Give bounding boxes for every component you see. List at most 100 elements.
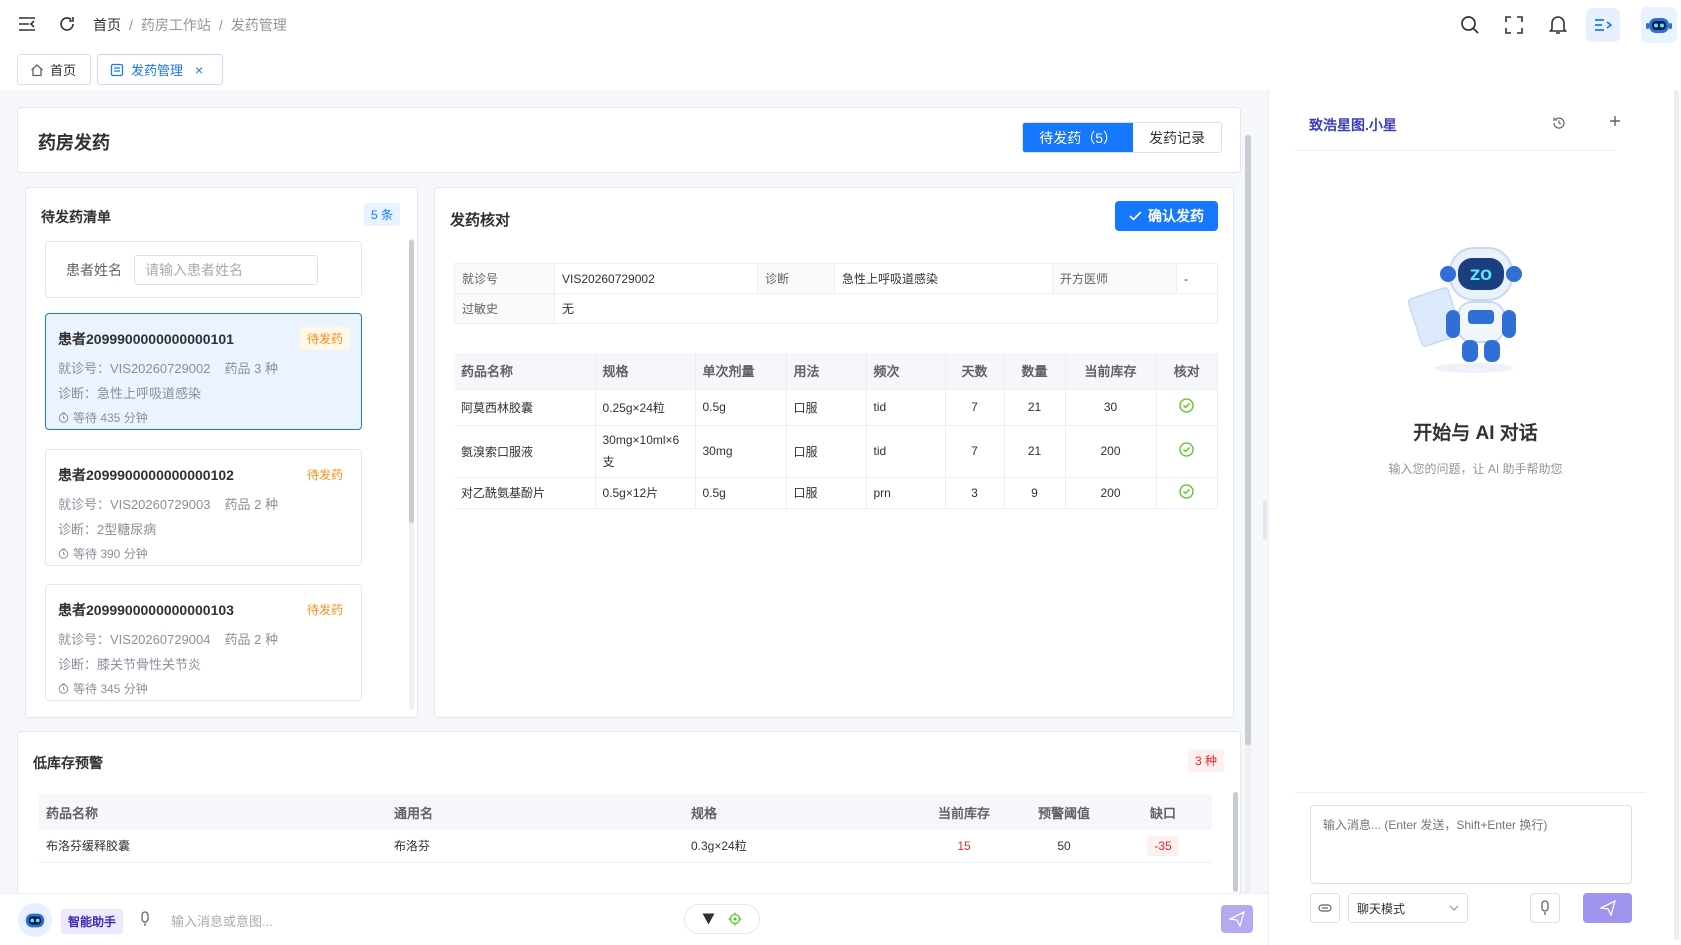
queue-count-badge: 5 条 <box>363 203 400 226</box>
check-circle-icon[interactable] <box>1156 389 1218 426</box>
ai-heading: 开始与 AI 对话 <box>1413 423 1538 444</box>
send-button[interactable] <box>1221 905 1253 933</box>
low-threshold: 50 <box>1014 830 1114 863</box>
search-icon[interactable] <box>1459 14 1481 36</box>
bell-icon[interactable] <box>1547 14 1569 36</box>
clock-icon <box>58 548 69 559</box>
check-circle-icon[interactable] <box>1156 425 1218 478</box>
column-header: 规格 <box>595 353 696 390</box>
assistant-tag[interactable]: 智能助手 <box>61 909 124 934</box>
wait-line: 等待 390 分钟 <box>58 545 349 562</box>
diagnosis: 诊断：2型糖尿病 <box>58 522 157 537</box>
diagnosis: 诊断：膝关节骨性关节炎 <box>58 657 202 672</box>
menu-fold-icon[interactable] <box>16 13 38 35</box>
voice-button[interactable] <box>1530 893 1560 923</box>
column-header: 通用名 <box>387 794 684 830</box>
divider <box>1295 150 1616 151</box>
tab-home[interactable]: 首页 <box>17 54 91 85</box>
drug-quantity: 21 <box>1004 389 1066 426</box>
breadcrumb-current: 发药管理 <box>230 17 287 33</box>
column-header: 规格 <box>684 794 914 830</box>
low-stock-table: 药品名称 通用名 规格 当前库存 预警阈值 缺口 布洛芬缓释胶囊 布洛芬 0.3… <box>39 794 1212 863</box>
page-title: 药房发药 <box>38 133 110 153</box>
main-scrollbar[interactable] <box>1245 135 1251 745</box>
segment-records[interactable]: 发药记录 <box>1133 123 1221 152</box>
confirm-dispense-label: 确认发药 <box>1148 208 1204 224</box>
close-icon[interactable]: × <box>195 62 203 78</box>
patient-card[interactable]: 患者2099900000000000101 待发药 就诊号：VIS2026072… <box>45 313 362 430</box>
info-value-visit: VIS20260729002 <box>554 263 758 294</box>
wait-time: 等待 390 分钟 <box>73 547 148 561</box>
queue-title: 待发药清单 <box>41 209 111 225</box>
info-value-diagnosis: 急性上呼吸道感染 <box>834 263 1053 294</box>
wait-time: 等待 345 分钟 <box>73 682 148 696</box>
table-row: 氨溴索口服液 30mg×10ml×6支 30mg 口服 tid 7 21 200 <box>454 425 1218 478</box>
new-chat-icon[interactable] <box>1609 115 1621 127</box>
drug-stock: 30 <box>1065 389 1157 426</box>
low-stock-scrollbar[interactable] <box>1233 792 1238 892</box>
tab-dispensing[interactable]: 发药管理 × <box>97 54 223 85</box>
drug-usage: 口服 <box>786 425 867 478</box>
drug-name: 氨溴索口服液 <box>454 425 596 478</box>
table-row: 对乙酰氨基酚片 0.5g×12片 0.5g 口服 prn 3 9 200 <box>454 477 1218 509</box>
refresh-icon[interactable] <box>56 13 78 35</box>
top-header: 首页 / 药房工作站 / 发药管理 <box>0 0 1681 50</box>
target-icon[interactable] <box>728 912 742 926</box>
column-header: 频次 <box>866 353 946 390</box>
column-header: 用法 <box>786 353 867 390</box>
attach-button[interactable] <box>1310 893 1340 923</box>
breadcrumb-pharmacy[interactable]: 药房工作站 <box>141 15 211 35</box>
patient-card[interactable]: 患者2099900000000000103 待发药 就诊号：VIS2026072… <box>45 584 362 701</box>
breadcrumb-home[interactable]: 首页 <box>93 15 121 35</box>
panel-resize-handle[interactable] <box>1263 500 1267 540</box>
drug-days: 3 <box>945 477 1005 509</box>
low-stock-title: 低库存预警 <box>33 755 103 771</box>
segment-pending[interactable]: 待发药（5） <box>1023 123 1133 152</box>
info-value-allergy: 无 <box>554 293 1218 324</box>
column-header: 天数 <box>945 353 1005 390</box>
microphone-icon[interactable] <box>140 911 150 927</box>
history-icon[interactable] <box>1552 116 1566 130</box>
fullscreen-icon[interactable] <box>1503 14 1525 36</box>
chat-mode-select[interactable]: 聊天模式 <box>1348 893 1468 923</box>
clock-icon <box>58 412 69 423</box>
info-label: 过敏史 <box>454 293 555 324</box>
paperclip-icon <box>1318 903 1332 913</box>
queue-search-panel: 患者姓名 <box>45 241 362 298</box>
robot-avatar-icon[interactable] <box>1641 7 1677 43</box>
visit-number: 就诊号：VIS20260729002 <box>58 361 211 376</box>
ai-message-input[interactable] <box>1310 805 1632 884</box>
chat-mode-value: 聊天模式 <box>1357 901 1406 916</box>
svg-text:ZO: ZO <box>1470 268 1492 284</box>
tab-dispensing-label: 发药管理 <box>131 63 184 78</box>
bottom-assistant-bar: 智能助手 输入消息或意图... <box>0 893 1268 945</box>
quick-tools <box>684 904 760 934</box>
tabs-bar: 首页 发药管理 × <box>0 50 1681 90</box>
check-circle-icon[interactable] <box>1156 477 1218 509</box>
column-header: 核对 <box>1156 353 1218 390</box>
table-row: 布洛芬缓释胶囊 布洛芬 0.3g×24粒 15 50 -35 <box>39 830 1212 863</box>
drug-count: 药品 2 种 <box>224 497 278 512</box>
prescription-info-table: 就诊号 VIS20260729002 诊断 急性上呼吸道感染 开方医师 - 过敏… <box>454 263 1218 324</box>
confirm-dispense-button[interactable]: 确认发药 <box>1115 201 1218 231</box>
home-icon <box>30 63 44 77</box>
ai-title: 致浩星图.小星 <box>1309 117 1397 133</box>
patient-card[interactable]: 患者2099900000000000102 待发药 就诊号：VIS2026072… <box>45 449 362 566</box>
drug-usage: 口服 <box>786 477 867 509</box>
robot-avatar-icon[interactable] <box>18 903 52 937</box>
wait-line: 等待 345 分钟 <box>58 680 349 697</box>
microphone-icon <box>1540 900 1550 916</box>
ai-send-button[interactable] <box>1583 893 1632 923</box>
ai-subheading: 输入您的问题，让 AI 助手帮助您 <box>1388 462 1563 476</box>
column-header: 数量 <box>1004 353 1066 390</box>
bottom-input-placeholder[interactable]: 输入消息或意图... <box>171 911 273 930</box>
view-segment: 待发药（5） 发药记录 <box>1022 122 1222 153</box>
clock-icon <box>58 683 69 694</box>
info-label: 就诊号 <box>454 263 555 294</box>
breadcrumb-separator: / <box>129 17 133 33</box>
patient-name-input[interactable] <box>134 254 318 285</box>
filter-icon[interactable] <box>702 913 715 925</box>
table-row: 阿莫西林胶囊 0.25g×24粒 0.5g 口服 tid 7 21 30 <box>454 389 1218 426</box>
ai-panel-toggle-icon[interactable] <box>1586 8 1620 42</box>
queue-scrollbar[interactable] <box>409 240 414 523</box>
